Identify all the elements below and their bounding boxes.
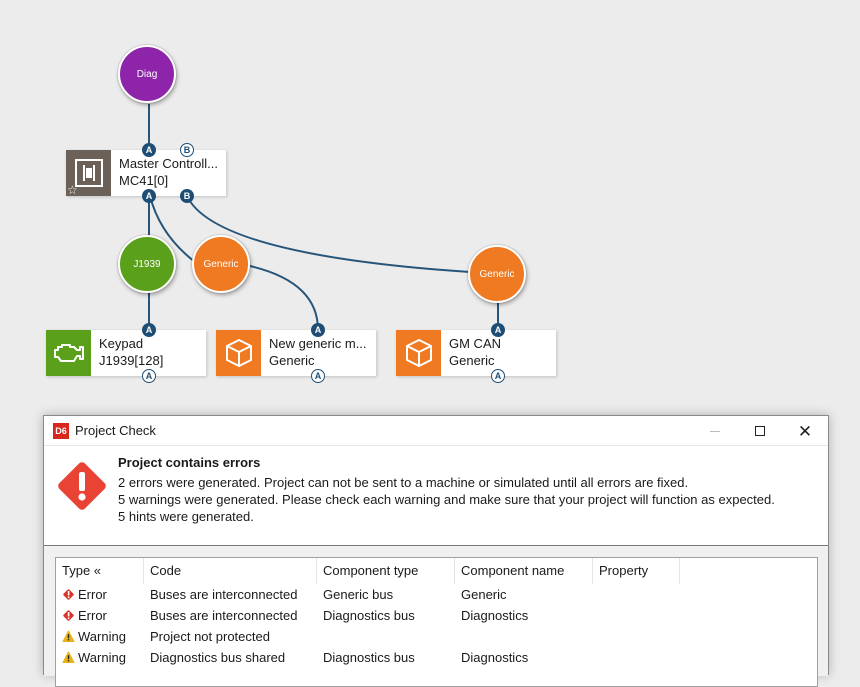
- minimize-icon: [710, 430, 720, 432]
- maximize-icon: [755, 426, 765, 436]
- diagram-canvas[interactable]: Diag J1939 Generic Generic ☆ Master Cont…: [0, 0, 860, 415]
- warning-icon: [62, 651, 75, 663]
- node-master-sub: MC41[0]: [119, 173, 169, 188]
- error-icon: [63, 610, 74, 621]
- cell-component-name: Generic: [461, 587, 507, 602]
- port-newgeneric-top-a[interactable]: A: [311, 323, 325, 337]
- port-master-bottom-b[interactable]: B: [180, 189, 194, 203]
- cell-code: Diagnostics bus shared: [150, 650, 286, 665]
- port-master-top-a[interactable]: A: [142, 143, 156, 157]
- node-master-name: Master Controll...: [119, 156, 218, 171]
- table-row[interactable]: Error Buses are interconnected Diagnosti…: [56, 605, 817, 626]
- bus-diag[interactable]: Diag: [118, 45, 176, 103]
- error-large-icon: [52, 456, 112, 516]
- bus-j1939-label: J1939: [133, 258, 161, 270]
- dialog-title: Project Check: [75, 423, 156, 438]
- port-gmcan-bottom-a[interactable]: A: [491, 369, 505, 383]
- cell-component-name: Diagnostics: [461, 608, 529, 623]
- node-new-generic-module[interactable]: New generic m... Generic: [216, 330, 376, 376]
- port-newgeneric-bottom-a[interactable]: A: [311, 369, 325, 383]
- cell-type: Error: [56, 605, 107, 626]
- wire-generic1-newgeneric: [249, 265, 319, 331]
- box-icon: [396, 330, 441, 376]
- node-gmcan-sub: Generic: [449, 353, 495, 368]
- controller-icon: ☆: [66, 150, 111, 196]
- message-hints: 5 hints were generated.: [118, 509, 254, 524]
- cell-code: Buses are interconnected: [150, 608, 298, 623]
- table-header: Type « Code Component type Component nam…: [56, 558, 817, 584]
- column-header-type[interactable]: Type «: [56, 558, 144, 584]
- cell-component-type: Diagnostics bus: [323, 650, 415, 665]
- maximize-button[interactable]: [737, 416, 783, 446]
- table-row[interactable]: Error Buses are interconnected Generic b…: [56, 584, 817, 605]
- bus-generic-1[interactable]: Generic: [192, 235, 250, 293]
- error-icon: [63, 589, 74, 600]
- bus-diag-label: Diag: [136, 68, 158, 80]
- port-gmcan-top-a[interactable]: A: [491, 323, 505, 337]
- bus-generic-2-label: Generic: [479, 268, 515, 280]
- results-table[interactable]: Type « Code Component type Component nam…: [55, 557, 818, 687]
- results-panel: Type « Code Component type Component nam…: [44, 546, 828, 687]
- port-master-top-b[interactable]: B: [180, 143, 194, 157]
- message-errors: 2 errors were generated. Project can not…: [118, 475, 689, 490]
- star-icon: ☆: [67, 183, 78, 197]
- message-area: Project contains errors 2 errors were ge…: [44, 446, 828, 546]
- cell-component-name: Diagnostics: [461, 650, 529, 665]
- node-newgeneric-name: New generic m...: [269, 336, 367, 351]
- row-type-text: Warning: [78, 650, 126, 665]
- column-header-component-type[interactable]: Component type: [317, 558, 455, 584]
- port-keypad-bottom-a[interactable]: A: [142, 369, 156, 383]
- message-warnings: 5 warnings were generated. Please check …: [118, 492, 775, 507]
- close-icon: ✕: [797, 421, 813, 441]
- project-check-dialog: D6 Project Check ✕ Project contains erro…: [43, 415, 829, 687]
- column-header-component-name[interactable]: Component name: [455, 558, 593, 584]
- cell-type: Warning: [56, 626, 126, 647]
- node-gm-can[interactable]: GM CAN Generic: [396, 330, 556, 376]
- minimize-button[interactable]: [692, 416, 738, 446]
- cell-code: Project not protected: [150, 629, 270, 644]
- cell-type: Warning: [56, 647, 126, 668]
- node-keypad-sub: J1939[128]: [99, 353, 164, 368]
- row-type-text: Error: [78, 608, 107, 623]
- cell-component-type: Diagnostics bus: [323, 608, 415, 623]
- node-gmcan-name: GM CAN: [449, 336, 501, 351]
- port-master-bottom-a[interactable]: A: [142, 189, 156, 203]
- bus-generic-2[interactable]: Generic: [468, 245, 526, 303]
- table-row[interactable]: Warning Diagnostics bus shared Diagnosti…: [56, 647, 817, 668]
- table-row[interactable]: Warning Project not protected: [56, 626, 817, 647]
- app-logo-icon: D6: [53, 422, 69, 439]
- column-header-property[interactable]: Property: [593, 558, 680, 584]
- row-type-text: Warning: [78, 629, 126, 644]
- column-header-code[interactable]: Code: [144, 558, 317, 584]
- engine-icon: [46, 330, 91, 376]
- bus-j1939[interactable]: J1939: [118, 235, 176, 293]
- row-type-text: Error: [78, 587, 107, 602]
- node-newgeneric-sub: Generic: [269, 353, 315, 368]
- port-keypad-top-a[interactable]: A: [142, 323, 156, 337]
- message-header: Project contains errors: [118, 455, 261, 470]
- cell-code: Buses are interconnected: [150, 587, 298, 602]
- cell-component-type: Generic bus: [323, 587, 394, 602]
- dialog-titlebar[interactable]: D6 Project Check ✕: [44, 416, 828, 446]
- node-keypad[interactable]: Keypad J1939[128]: [46, 330, 206, 376]
- box-icon: [216, 330, 261, 376]
- close-button[interactable]: ✕: [782, 416, 828, 446]
- bus-generic-1-label: Generic: [203, 258, 239, 270]
- warning-icon: [62, 630, 75, 642]
- cell-type: Error: [56, 584, 107, 605]
- node-keypad-name: Keypad: [99, 336, 144, 351]
